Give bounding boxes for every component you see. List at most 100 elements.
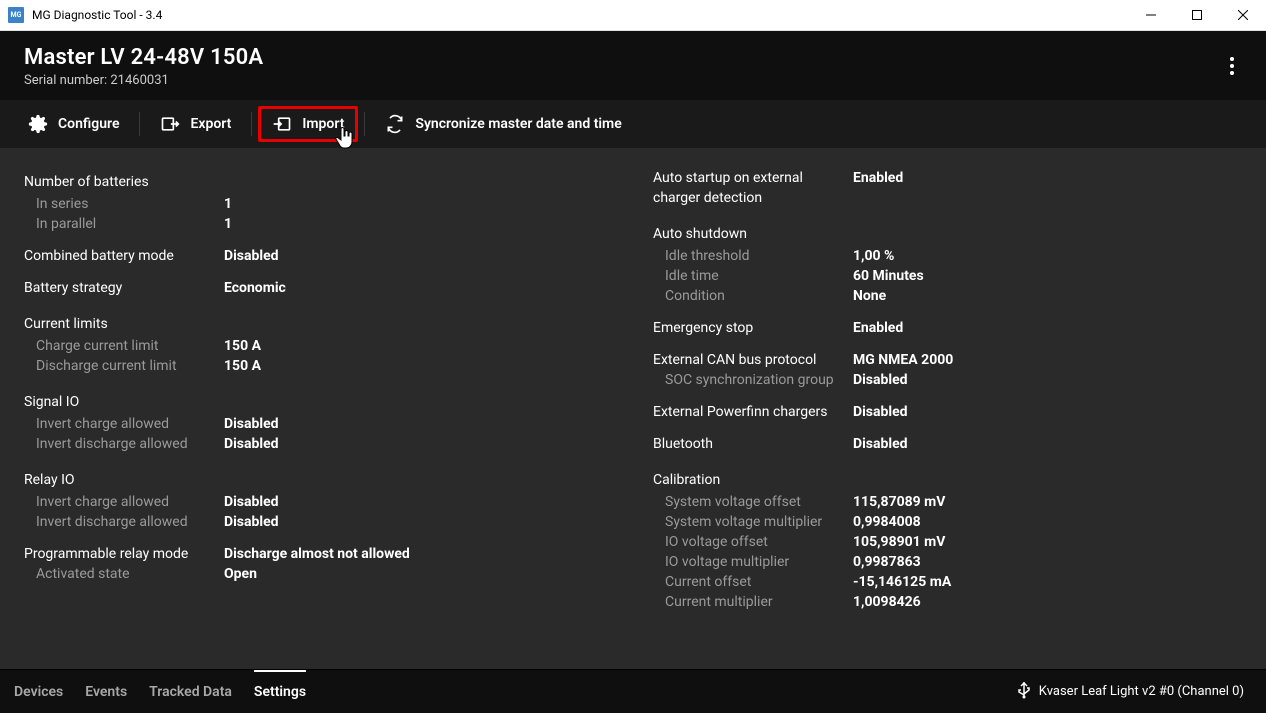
condition-value: None (853, 286, 886, 306)
minimize-button[interactable] (1128, 0, 1174, 30)
current-mult-label: Current multiplier (653, 592, 853, 612)
can-protocol-label: External CAN bus protocol (653, 350, 853, 370)
sio-invert-charge-value: Disabled (224, 414, 279, 434)
signal-io-title: Signal IO (24, 392, 224, 412)
activated-state-value: Open (224, 564, 257, 584)
sync-icon (385, 114, 405, 134)
import-button[interactable]: Import (258, 106, 358, 142)
header: Master LV 24-48V 150A Serial number: 214… (0, 31, 1266, 100)
sys-v-mult-label: System voltage multiplier (653, 512, 853, 532)
charge-limit-value: 150 A (224, 336, 261, 356)
sio-invert-charge-label: Invert charge allowed (24, 414, 224, 434)
current-offset-value: -15,146125 mA (853, 572, 951, 592)
num-batteries-title: Number of batteries (24, 172, 224, 192)
bottom-tabbar: Devices Events Tracked Data Settings Kva… (0, 669, 1266, 713)
in-parallel-value: 1 (224, 214, 232, 234)
toolbar-separator (364, 112, 365, 136)
soc-sync-value: Disabled (853, 370, 908, 390)
window-controls (1128, 0, 1266, 30)
io-v-mult-label: IO voltage multiplier (653, 552, 853, 572)
app-body: Master LV 24-48V 150A Serial number: 214… (0, 31, 1266, 713)
idle-time-label: Idle time (653, 266, 853, 286)
sys-v-offset-value: 115,87089 mV (853, 492, 945, 512)
calibration-title: Calibration (653, 470, 853, 490)
sys-v-mult-value: 0,9984008 (853, 512, 921, 532)
activated-state-label: Activated state (24, 564, 224, 584)
can-protocol-value: MG NMEA 2000 (853, 350, 953, 370)
estop-value: Enabled (853, 318, 903, 338)
sync-button[interactable]: Syncronize master date and time (371, 106, 635, 142)
toolbar: Configure Export Import Syncronize maste… (0, 100, 1266, 148)
combined-mode-value: Disabled (224, 246, 279, 266)
serial-number: Serial number: 21460031 (24, 73, 263, 88)
prog-relay-value: Discharge almost not allowed (224, 544, 410, 564)
window-title: MG Diagnostic Tool - 3.4 (32, 8, 1128, 22)
rio-invert-discharge-label: Invert discharge allowed (24, 512, 224, 532)
connection-text: Kvaser Leaf Light v2 #0 (Channel 0) (1039, 684, 1244, 699)
charge-limit-label: Charge current limit (24, 336, 224, 356)
auto-startup-value: Enabled (853, 168, 903, 208)
sio-invert-discharge-value: Disabled (224, 434, 279, 454)
discharge-limit-value: 150 A (224, 356, 261, 376)
bluetooth-label: Bluetooth (653, 434, 853, 454)
configure-button[interactable]: Configure (14, 106, 133, 142)
close-button[interactable] (1220, 0, 1266, 30)
configure-label: Configure (58, 116, 119, 132)
battery-strategy-label: Battery strategy (24, 278, 224, 298)
prog-relay-label: Programmable relay mode (24, 544, 224, 564)
toolbar-separator (251, 112, 252, 136)
sync-label: Syncronize master date and time (415, 116, 621, 132)
export-icon (160, 114, 180, 134)
sys-v-offset-label: System voltage offset (653, 492, 853, 512)
tab-tracked-data[interactable]: Tracked Data (149, 670, 232, 713)
auto-shutdown-title: Auto shutdown (653, 224, 853, 244)
sio-invert-discharge-label: Invert discharge allowed (24, 434, 224, 454)
usb-icon (1017, 681, 1031, 703)
rio-invert-charge-label: Invert charge allowed (24, 492, 224, 512)
more-menu-button[interactable] (1222, 49, 1242, 87)
rio-invert-discharge-value: Disabled (224, 512, 279, 532)
in-parallel-label: In parallel (24, 214, 224, 234)
toolbar-separator (139, 112, 140, 136)
tab-events[interactable]: Events (85, 670, 127, 713)
in-series-label: In series (24, 194, 224, 214)
io-v-mult-value: 0,9987863 (853, 552, 921, 572)
idle-threshold-value: 1,00 % (853, 246, 894, 266)
in-series-value: 1 (224, 194, 232, 214)
combined-mode-label: Combined battery mode (24, 246, 224, 266)
io-v-offset-label: IO voltage offset (653, 532, 853, 552)
powerfinn-value: Disabled (853, 402, 908, 422)
estop-label: Emergency stop (653, 318, 853, 338)
bluetooth-value: Disabled (853, 434, 908, 454)
more-vertical-icon (1230, 57, 1234, 75)
condition-label: Condition (653, 286, 853, 306)
battery-strategy-value: Economic (224, 278, 286, 298)
settings-content: Number of batteries In series1 In parall… (0, 148, 1266, 669)
window-titlebar: MG MG Diagnostic Tool - 3.4 (0, 0, 1266, 31)
gear-icon (28, 114, 48, 134)
current-mult-value: 1,0098426 (853, 592, 921, 612)
import-label: Import (302, 116, 344, 132)
left-column: Number of batteries In series1 In parall… (24, 168, 613, 649)
tab-devices[interactable]: Devices (14, 670, 63, 713)
current-offset-label: Current offset (653, 572, 853, 592)
current-limits-title: Current limits (24, 314, 224, 334)
relay-io-title: Relay IO (24, 470, 224, 490)
discharge-limit-label: Discharge current limit (24, 356, 224, 376)
rio-invert-charge-value: Disabled (224, 492, 279, 512)
idle-threshold-label: Idle threshold (653, 246, 853, 266)
tabs: Devices Events Tracked Data Settings (14, 670, 306, 713)
device-title: Master LV 24-48V 150A (24, 45, 263, 70)
connection-status: Kvaser Leaf Light v2 #0 (Channel 0) (1017, 681, 1244, 703)
io-v-offset-value: 105,98901 mV (853, 532, 945, 552)
import-icon (272, 114, 292, 134)
maximize-button[interactable] (1174, 0, 1220, 30)
tab-settings[interactable]: Settings (254, 670, 306, 713)
powerfinn-label: External Powerfinn chargers (653, 402, 853, 422)
auto-startup-label: Auto startup on external charger detecti… (653, 168, 853, 208)
export-label: Export (190, 116, 231, 132)
export-button[interactable]: Export (146, 106, 245, 142)
soc-sync-label: SOC synchronization group (653, 370, 853, 390)
idle-time-value: 60 Minutes (853, 266, 924, 286)
app-icon: MG (8, 7, 24, 23)
